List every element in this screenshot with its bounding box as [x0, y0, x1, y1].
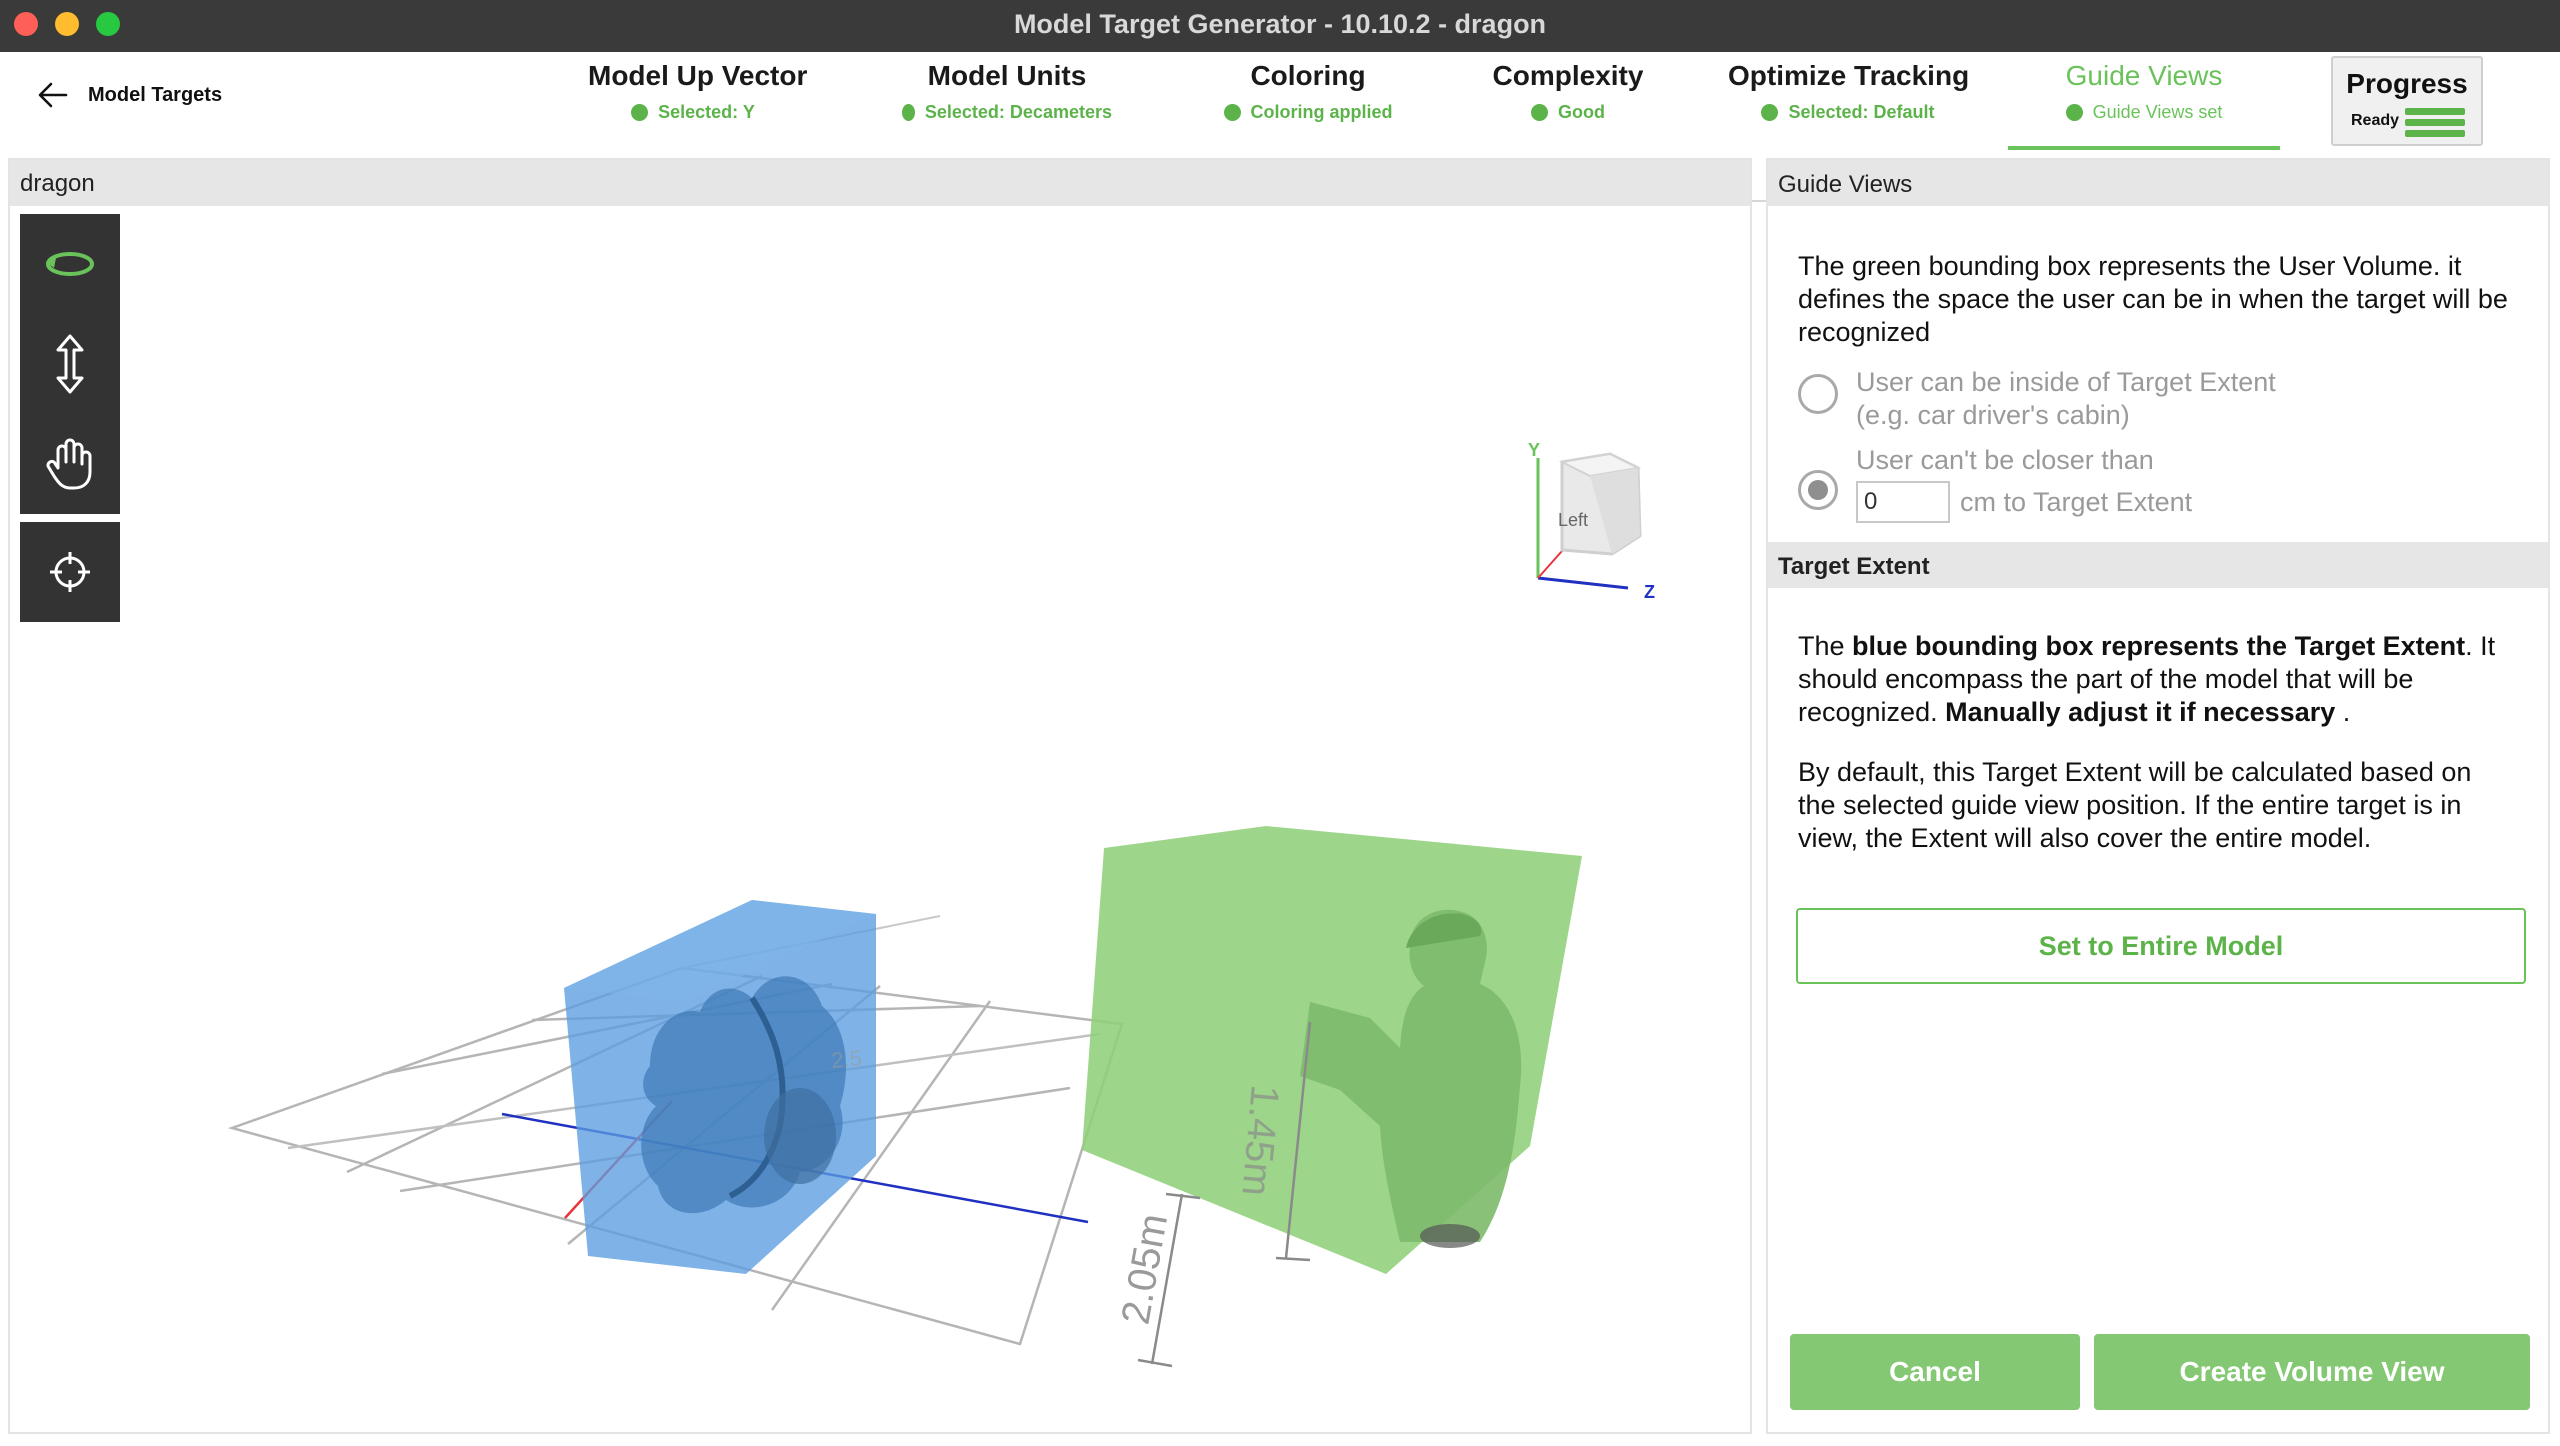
view-toolbar — [20, 214, 120, 622]
guide-views-header: Guide Views — [1768, 160, 2548, 206]
step-guide-views[interactable]: Guide Views Guide Views set — [2008, 60, 2280, 150]
set-to-entire-model-button[interactable]: Set to Entire Model — [1796, 908, 2526, 984]
status-dot-icon — [2065, 104, 2083, 121]
axis-label-y: Y — [1528, 440, 1540, 460]
step-status-text: Guide Views set — [2092, 102, 2223, 122]
user-volume-description: The green bounding box represents the Us… — [1798, 251, 2508, 347]
progress-button[interactable]: Progress Ready — [2331, 56, 2483, 146]
step-complexity[interactable]: Complexity Good — [1483, 60, 1653, 150]
vertical-move-icon — [56, 334, 84, 394]
option-inside-label: User can be inside of Target Extent (e.g… — [1856, 366, 2276, 432]
cube-face-label: Left — [1558, 510, 1588, 530]
axis-label-z: Z — [1644, 582, 1655, 602]
step-model-up-vector[interactable]: Model Up Vector Selected: Y — [588, 60, 808, 150]
step-label: Optimize Tracking — [1728, 60, 1970, 91]
guide-view-panel: Guide Views The green bounding box repre… — [1766, 158, 2550, 1434]
pan-hand-icon — [46, 438, 92, 490]
back-label: Model Targets — [88, 83, 223, 106]
radio-min-distance[interactable] — [1798, 470, 1838, 510]
step-label: Model Up Vector — [588, 60, 808, 91]
status-dot-icon — [902, 104, 915, 121]
step-label: Guide Views — [2065, 60, 2223, 91]
status-dot-icon — [631, 104, 649, 121]
progress-title: Progress — [2346, 68, 2468, 99]
target-extent-box[interactable] — [564, 900, 876, 1274]
step-label: Complexity — [1492, 60, 1644, 91]
target-extent-header: Target Extent — [1768, 542, 2548, 588]
model-viewport[interactable]: dragon 2.05m 1.45m 2.5 Left Y Z — [8, 158, 1752, 1434]
progress-status: Ready — [2351, 112, 2400, 129]
step-status-text: Coloring applied — [1250, 102, 1393, 122]
target-extent-default-note: By default, this Target Extent will be c… — [1798, 757, 2472, 853]
step-status-text: Selected: Y — [658, 102, 755, 122]
step-model-units[interactable]: Model Units Selected: Decameters — [902, 60, 1112, 150]
step-status-text: Selected: Decameters — [924, 102, 1112, 122]
option-inside-target-extent[interactable]: User can be inside of Target Extent (e.g… — [1798, 366, 2276, 432]
step-label: Model Units — [927, 60, 1087, 91]
option-min-distance[interactable]: User can't be closer than cm to Target E… — [1798, 444, 2192, 523]
active-step-underline — [2008, 146, 2280, 150]
status-dot-icon — [1531, 104, 1548, 121]
rotate-icon — [46, 252, 94, 276]
text-emphasis: Manually adjust it if necessary — [1945, 697, 2336, 727]
viewport-header: dragon — [10, 160, 1750, 206]
progress-bars-icon — [2405, 108, 2465, 141]
step-status: Selected: Decameters — [902, 102, 1112, 123]
step-coloring[interactable]: Coloring Coloring applied — [1218, 60, 1398, 150]
dimension-label-height: 2.05m — [1114, 1210, 1177, 1327]
step-status: Selected: Y — [588, 102, 798, 123]
step-status-text: Selected: Default — [1788, 102, 1935, 122]
step-navigation: Model Targets Model Up Vector Selected: … — [0, 52, 2560, 202]
rotate-tool-button[interactable] — [20, 214, 120, 314]
user-volume-box[interactable] — [1082, 826, 1582, 1274]
step-optimize-tracking[interactable]: Optimize Tracking Selected: Default — [1728, 60, 1970, 150]
back-button[interactable]: Model Targets — [36, 70, 222, 120]
scene-canvas[interactable]: 2.05m 1.45m 2.5 Left Y Z — [10, 206, 1750, 1432]
option-closer-line1: User can't be closer than — [1856, 445, 2154, 475]
create-volume-view-button[interactable]: Create Volume View — [2094, 1334, 2530, 1410]
window-title: Model Target Generator - 10.10.2 - drago… — [1013, 9, 1547, 39]
step-status-text: Good — [1558, 102, 1605, 122]
focus-tool-group — [20, 522, 120, 622]
status-dot-icon — [1223, 104, 1241, 121]
target-center-icon — [50, 552, 90, 592]
text-segment: . — [2335, 697, 2351, 727]
model-name: dragon — [20, 170, 95, 197]
section-title: Guide Views — [1778, 171, 1913, 198]
arrow-left-icon — [38, 82, 68, 108]
option-inside-line2: (e.g. car driver's cabin) — [1856, 400, 2130, 430]
app-window: Model Target Generator - 10.10.2 - drago… — [0, 0, 2560, 1446]
center-view-tool-button[interactable] — [20, 522, 120, 622]
navigation-tool-group — [20, 214, 120, 514]
cancel-button[interactable]: Cancel — [1790, 1334, 2080, 1410]
step-status: Guide Views set — [2032, 102, 2256, 123]
step-status: Selected: Default — [1728, 102, 1968, 123]
title-bar: Model Target Generator - 10.10.2 - drago… — [0, 0, 2560, 52]
dimension-label-depth: 2.5 — [830, 1045, 863, 1073]
step-status: Coloring applied — [1218, 102, 1398, 123]
option-min-distance-label: User can't be closer than cm to Target E… — [1856, 444, 2192, 523]
vertical-move-tool-button[interactable] — [20, 314, 120, 414]
section-title: Target Extent — [1778, 553, 1930, 580]
3d-scene[interactable]: 2.05m 1.45m 2.5 Left Y Z — [10, 206, 1750, 1432]
pan-tool-button[interactable] — [20, 414, 120, 514]
min-distance-input[interactable] — [1856, 481, 1950, 523]
status-dot-icon — [1761, 104, 1779, 121]
step-status: Good — [1483, 102, 1653, 123]
step-label: Coloring — [1250, 60, 1366, 91]
radio-inside[interactable] — [1798, 374, 1838, 414]
target-extent-description: The blue bounding box represents the Tar… — [1798, 630, 2514, 729]
text-emphasis: blue bounding box represents the Target … — [1852, 631, 2466, 661]
orientation-cube[interactable]: Left Y Z — [1528, 440, 1655, 602]
text-segment: The — [1798, 631, 1853, 661]
min-distance-unit-label: cm to Target Extent — [1960, 486, 2193, 517]
option-inside-line1: User can be inside of Target Extent — [1856, 367, 2276, 397]
